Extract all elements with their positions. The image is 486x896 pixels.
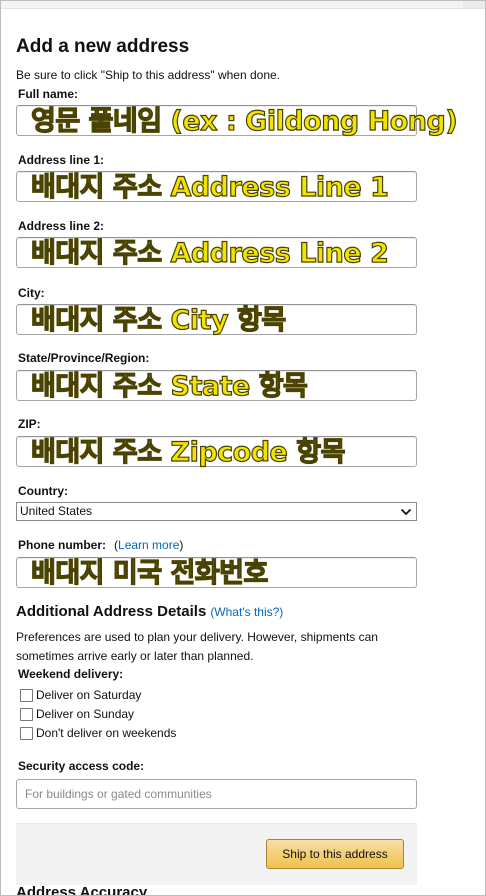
phone-label: Phone number:	[18, 538, 107, 552]
security-code-placeholder: For buildings or gated communities	[25, 787, 212, 801]
deliver-saturday-checkbox[interactable]	[20, 688, 33, 702]
address-line-1-label: Address line 1:	[18, 153, 105, 167]
country-select[interactable]: United States	[16, 502, 417, 521]
phone-paren-close: )	[179, 538, 184, 552]
country-label: Country:	[18, 484, 68, 498]
state-label: State/Province/Region:	[18, 351, 150, 365]
country-selected-value: United States	[20, 504, 93, 518]
page-subtitle: Be sure to click "Ship to this address" …	[16, 68, 280, 82]
learn-more-link[interactable]: Learn more	[118, 538, 179, 552]
address-line-2-annotation: 배대지 주소 Address Line 2	[30, 238, 389, 269]
top-scroll-bar	[1, 1, 485, 11]
security-code-input[interactable]: For buildings or gated communities	[16, 779, 417, 809]
city-annotation: 배대지 주소 City 항목	[30, 305, 286, 336]
deliver-sunday-option[interactable]: Deliver on Sunday	[20, 707, 134, 721]
city-label: City:	[18, 286, 45, 300]
full-name-annotation: 영문 풀네임 (ex : Gildong Hong)	[30, 106, 458, 137]
whats-this-link[interactable]: (What's this?)	[210, 605, 283, 619]
zip-label: ZIP:	[18, 417, 41, 431]
additional-details-heading: Additional Address Details (What's this?)	[16, 603, 283, 620]
full-name-label: Full name:	[18, 87, 79, 101]
additional-details-title: Additional Address Details	[16, 603, 207, 620]
no-weekend-option[interactable]: Don't deliver on weekends	[20, 726, 176, 740]
address-accuracy-heading: Address Accuracy	[16, 884, 148, 896]
chevron-down-icon	[400, 508, 412, 516]
address-line-1-annotation: 배대지 주소 Address Line 1	[30, 172, 389, 203]
phone-annotation: 배대지 미국 전화번호	[30, 558, 269, 589]
weekend-delivery-label: Weekend delivery:	[18, 667, 124, 681]
zip-annotation: 배대지 주소 Zipcode 항목	[30, 437, 346, 468]
preferences-description: Preferences are used to plan your delive…	[16, 630, 378, 663]
ship-to-address-button[interactable]: Ship to this address	[266, 839, 404, 869]
security-code-label: Security access code:	[18, 759, 145, 773]
deliver-saturday-option[interactable]: Deliver on Saturday	[20, 688, 141, 702]
no-weekend-checkbox[interactable]	[20, 726, 33, 740]
state-annotation: 배대지 주소 State 항목	[30, 371, 308, 402]
no-weekend-label: Don't deliver on weekends	[36, 726, 177, 740]
page-frame: Add a new address Be sure to click "Ship…	[0, 0, 486, 896]
deliver-sunday-label: Deliver on Sunday	[36, 707, 135, 721]
deliver-sunday-checkbox[interactable]	[20, 707, 33, 721]
page-title: Add a new address	[16, 36, 190, 57]
phone-label-row: Phone number: (Learn more)	[18, 538, 183, 552]
address-line-2-label: Address line 2:	[18, 219, 105, 233]
deliver-saturday-label: Deliver on Saturday	[36, 688, 142, 702]
